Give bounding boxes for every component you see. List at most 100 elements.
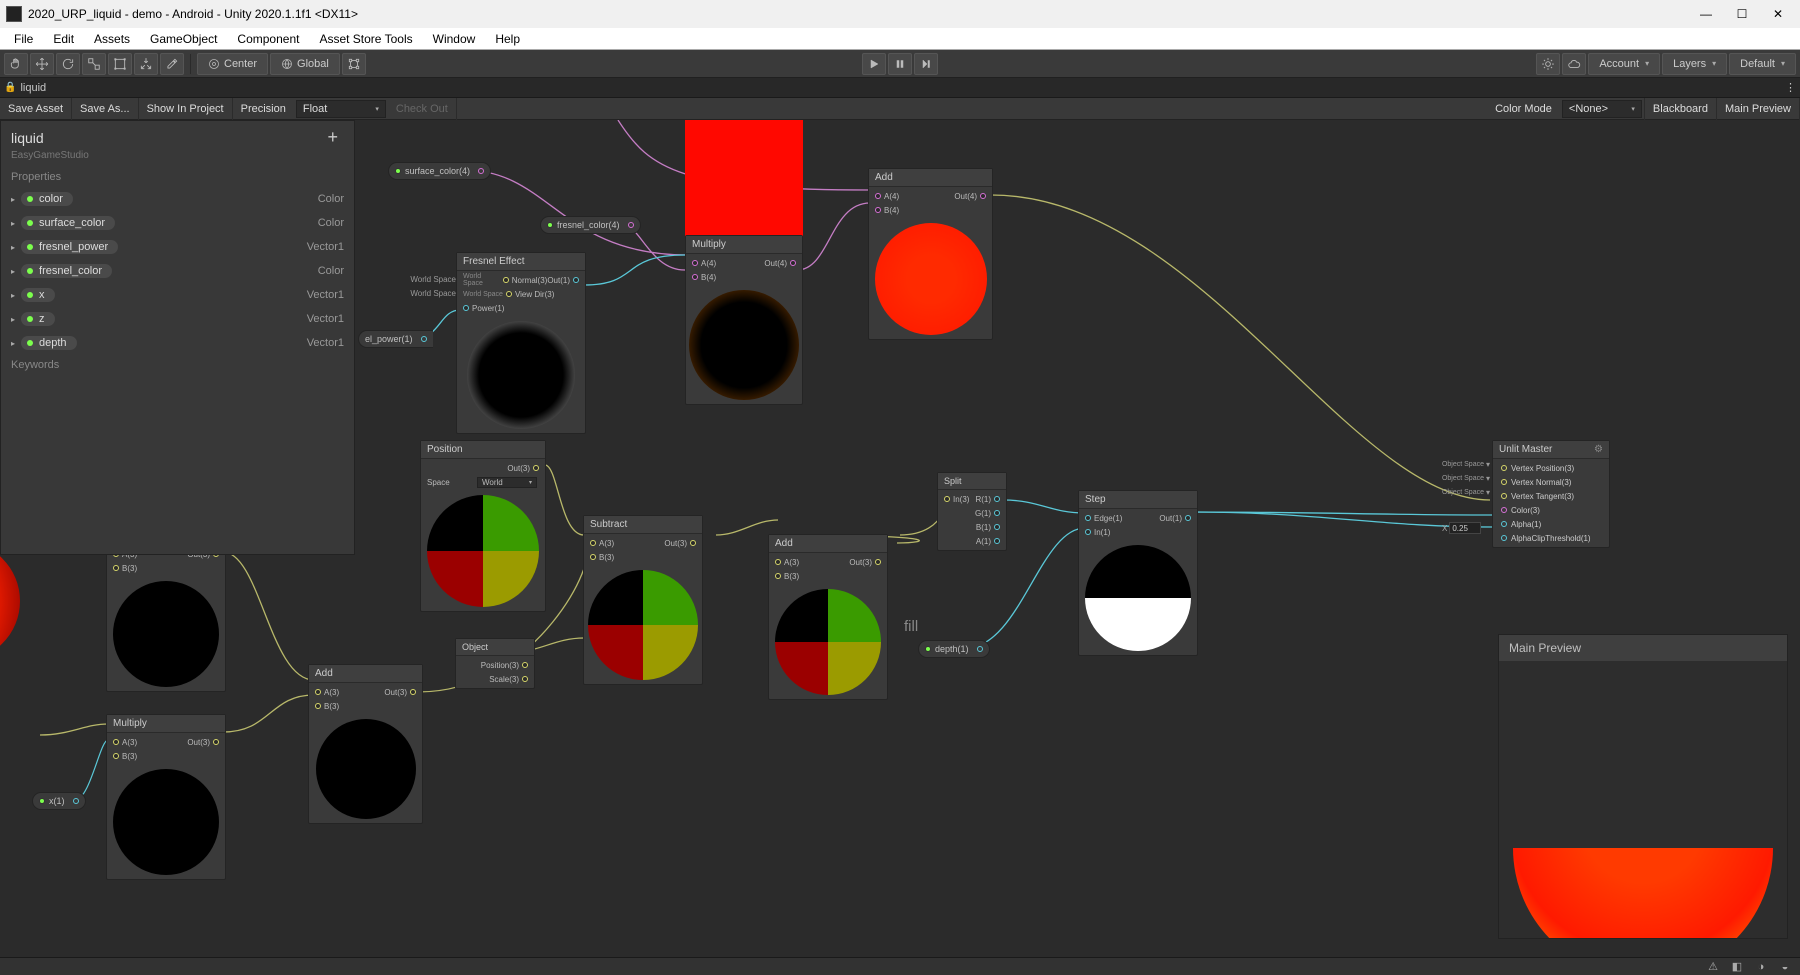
position-space-dropdown[interactable]: World xyxy=(477,477,537,488)
blackboard-prop-row[interactable]: ▸colorColor xyxy=(1,187,354,211)
step-button[interactable] xyxy=(914,53,938,75)
output-port[interactable] xyxy=(421,336,427,342)
node-add-lower[interactable]: Add A(3)Out(3) B(3) xyxy=(308,664,423,824)
status-icon-1[interactable]: ⚠ xyxy=(1706,960,1720,974)
master-tags: Object Space▾ Object Space▾ Object Space… xyxy=(1428,458,1490,500)
blackboard-toggle[interactable]: Blackboard xyxy=(1644,98,1717,120)
status-icon-4[interactable]: ◒ xyxy=(1778,960,1792,974)
property-pill[interactable]: fresnel_power xyxy=(21,240,118,254)
blackboard-add-button[interactable]: + xyxy=(327,127,344,148)
blackboard-prop-row[interactable]: ▸xVector1 xyxy=(1,283,354,307)
alpha-clip-x-field[interactable]: X xyxy=(1442,522,1481,534)
collab-button[interactable] xyxy=(1536,53,1560,75)
pivot-mode-button[interactable]: Center xyxy=(197,53,268,75)
property-pill[interactable]: depth xyxy=(21,336,77,350)
node-multiply-fresnel[interactable]: Multiply A(4)Out(4) B(4) xyxy=(685,235,803,405)
node-unlit-master[interactable]: Unlit Master⚙ Vertex Position(3) Vertex … xyxy=(1492,440,1610,548)
alpha-clip-input[interactable] xyxy=(1449,522,1481,534)
save-asset-button[interactable]: Save Asset xyxy=(0,98,72,120)
node-split[interactable]: Split In(3)R(1) G(1) B(1) A(1) xyxy=(937,472,1007,551)
layers-dropdown[interactable]: Layers xyxy=(1662,53,1727,75)
show-in-project-button[interactable]: Show In Project xyxy=(139,98,233,120)
save-as-button[interactable]: Save As... xyxy=(72,98,139,120)
expand-arrow-icon[interactable]: ▸ xyxy=(11,339,15,348)
status-icon-3[interactable]: ◑ xyxy=(1754,960,1768,974)
close-button[interactable]: ✕ xyxy=(1770,7,1786,21)
prop-node-fresnel-color[interactable]: fresnel_color(4) xyxy=(540,216,641,234)
menu-gameobject[interactable]: GameObject xyxy=(140,30,227,48)
blackboard-prop-row[interactable]: ▸zVector1 xyxy=(1,307,354,331)
prop-node-surface-color[interactable]: surface_color(4) xyxy=(388,162,491,180)
node-fresnel-effect[interactable]: Fresnel Effect World SpaceNormal(3)Out(1… xyxy=(456,252,586,434)
tab-liquid[interactable]: 🔒 liquid xyxy=(4,82,46,94)
blackboard-panel[interactable]: liquid + EasyGameStudio Properties ▸colo… xyxy=(0,120,355,555)
property-pill[interactable]: surface_color xyxy=(21,216,115,230)
node-multiply-l2[interactable]: Multiply A(3)Out(3) B(3) xyxy=(106,714,226,880)
menu-assetstoretools[interactable]: Asset Store Tools xyxy=(309,30,422,48)
blackboard-prop-row[interactable]: ▸surface_colorColor xyxy=(1,211,354,235)
node-subtract[interactable]: Subtract A(3)Out(3) B(3) xyxy=(583,515,703,685)
node-step[interactable]: Step Edge(1)Out(1) In(1) xyxy=(1078,490,1198,656)
color-preview xyxy=(685,120,803,238)
menu-edit[interactable]: Edit xyxy=(43,30,84,48)
snap-button[interactable] xyxy=(342,53,366,75)
prop-node-x[interactable]: x(1) xyxy=(32,792,86,810)
maximize-button[interactable]: ☐ xyxy=(1734,7,1750,21)
expand-arrow-icon[interactable]: ▸ xyxy=(11,267,15,276)
output-port[interactable] xyxy=(73,798,79,804)
rotate-tool-button[interactable] xyxy=(56,53,80,75)
rect-tool-button[interactable] xyxy=(108,53,132,75)
minimize-button[interactable]: — xyxy=(1698,7,1714,21)
expand-arrow-icon[interactable]: ▸ xyxy=(11,291,15,300)
pivot-space-button[interactable]: Global xyxy=(270,53,340,75)
output-port[interactable] xyxy=(977,646,983,652)
prop-node-label: x(1) xyxy=(49,796,65,806)
layout-dropdown[interactable]: Default xyxy=(1729,53,1796,75)
pause-button[interactable] xyxy=(888,53,912,75)
menu-assets[interactable]: Assets xyxy=(84,30,140,48)
main-preview-panel[interactable]: Main Preview xyxy=(1498,634,1788,939)
hand-tool-button[interactable] xyxy=(4,53,28,75)
property-pill[interactable]: fresnel_color xyxy=(21,264,112,278)
node-object[interactable]: Object Position(3) Scale(3) xyxy=(455,638,535,689)
gear-icon[interactable]: ⚙ xyxy=(1594,444,1603,455)
expand-arrow-icon[interactable]: ▸ xyxy=(11,315,15,324)
output-port[interactable] xyxy=(478,168,484,174)
prop-dot-icon xyxy=(925,646,931,652)
property-pill[interactable]: z xyxy=(21,312,55,326)
node-position[interactable]: Position Out(3) SpaceWorld xyxy=(420,440,546,612)
account-dropdown[interactable]: Account xyxy=(1588,53,1660,75)
blackboard-prop-row[interactable]: ▸fresnel_colorColor xyxy=(1,259,354,283)
node-add-surface[interactable]: Add A(4)Out(4) B(4) xyxy=(868,168,993,340)
menu-component[interactable]: Component xyxy=(227,30,309,48)
expand-arrow-icon[interactable]: ▸ xyxy=(11,219,15,228)
precision-dropdown[interactable]: Float xyxy=(296,100,386,118)
prop-node-el-power[interactable]: el_power(1) xyxy=(358,330,433,348)
prop-node-label: surface_color(4) xyxy=(405,166,470,176)
menu-window[interactable]: Window xyxy=(423,30,486,48)
transform-tool-button[interactable] xyxy=(134,53,158,75)
menu-file[interactable]: File xyxy=(4,30,43,48)
expand-arrow-icon[interactable]: ▸ xyxy=(11,195,15,204)
main-preview-title: Main Preview xyxy=(1499,635,1787,661)
expand-arrow-icon[interactable]: ▸ xyxy=(11,243,15,252)
tab-menu-button[interactable]: ⋮ xyxy=(1785,81,1796,94)
property-pill[interactable]: color xyxy=(21,192,73,206)
main-preview-toggle[interactable]: Main Preview xyxy=(1717,98,1800,120)
status-icon-2[interactable]: ◧ xyxy=(1730,960,1744,974)
node-add-pos[interactable]: Add A(3)Out(3) B(3) xyxy=(768,534,888,700)
play-button[interactable] xyxy=(862,53,886,75)
title-bar: 2020_URP_liquid - demo - Android - Unity… xyxy=(0,0,1800,28)
cloud-button[interactable] xyxy=(1562,53,1586,75)
output-port[interactable] xyxy=(628,222,634,228)
menu-help[interactable]: Help xyxy=(485,30,530,48)
color-mode-dropdown[interactable]: <None> xyxy=(1562,100,1642,118)
main-preview-view[interactable] xyxy=(1499,661,1787,938)
prop-node-depth[interactable]: depth(1) xyxy=(918,640,990,658)
move-tool-button[interactable] xyxy=(30,53,54,75)
property-pill[interactable]: x xyxy=(21,288,55,302)
custom-tool-button[interactable] xyxy=(160,53,184,75)
blackboard-prop-row[interactable]: ▸fresnel_powerVector1 xyxy=(1,235,354,259)
blackboard-prop-row[interactable]: ▸depthVector1 xyxy=(1,331,354,355)
scale-tool-button[interactable] xyxy=(82,53,106,75)
